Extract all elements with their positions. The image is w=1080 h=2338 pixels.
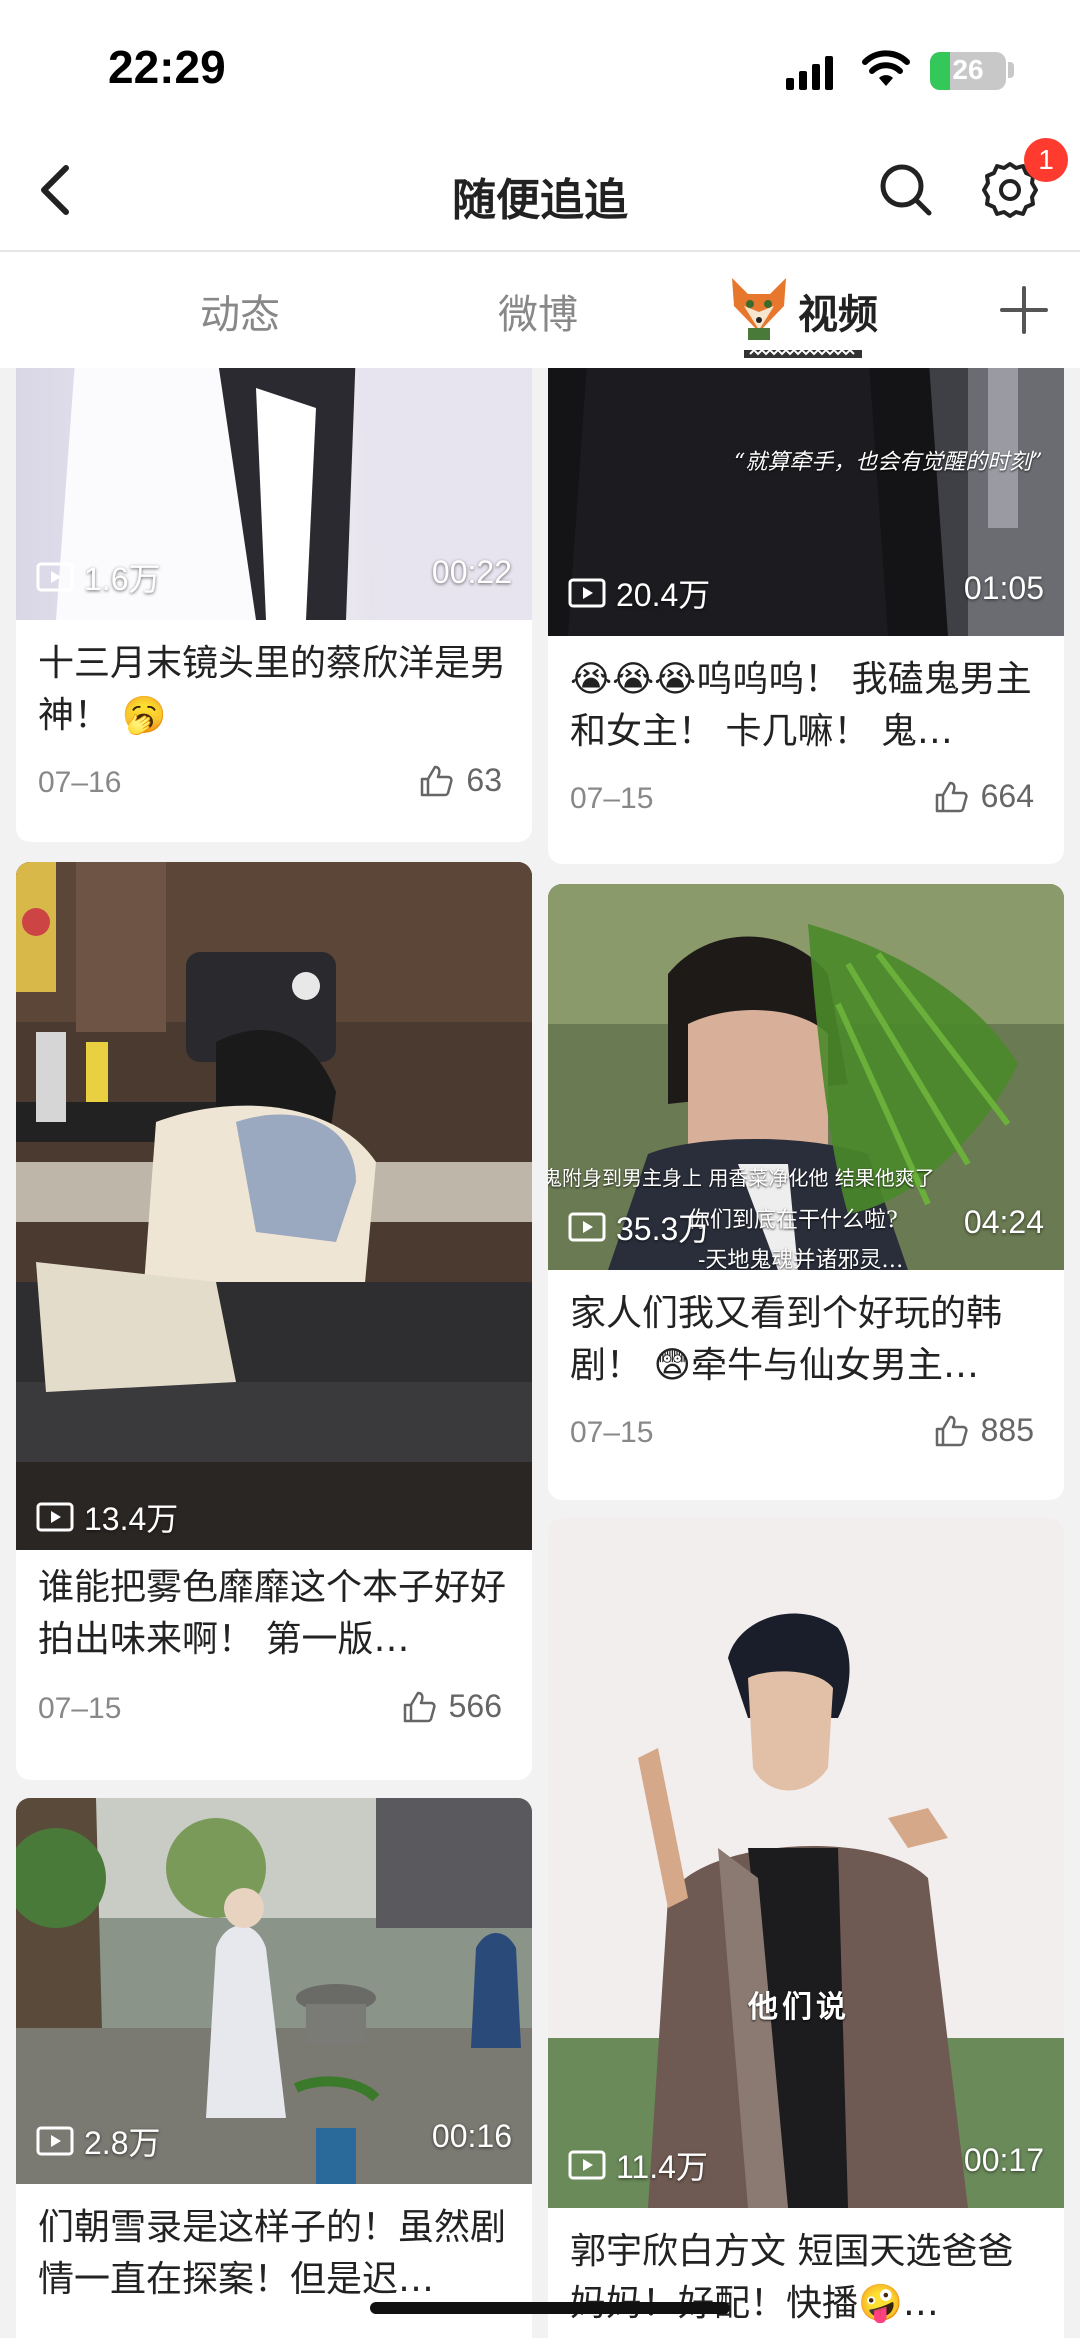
video-thumbnail: 他们说 11.4万 00:17 — [548, 1518, 1064, 2208]
card-title: 谁能把雾色靡靡这个本子好好拍出味来啊！ 第一版… — [38, 1567, 507, 1660]
card-date: 07–15 — [570, 782, 654, 815]
video-thumbnail: 鬼附身到男主身上 用香菜净化他 结果他爽了 你们到底在干什么啦? -天地鬼魂并诸… — [548, 884, 1064, 1270]
home-indicator[interactable] — [370, 2302, 730, 2314]
video-subtitle: -天地鬼魂并诸邪灵… — [698, 1248, 904, 1270]
play-icon — [568, 578, 606, 608]
video-card[interactable]: 2.8万 00:16 们朝雪录是这样子的！虽然剧情一直在探案！但是迟… — [16, 1798, 532, 2338]
like-count-value: 664 — [980, 778, 1034, 814]
play-icon — [568, 2150, 606, 2180]
like-count-value: 566 — [448, 1688, 502, 1724]
status-bar: 22:29 26 — [0, 0, 1080, 130]
thumbs-up-icon — [403, 1691, 436, 1722]
play-count-value: 20.4万 — [616, 577, 711, 613]
wifi-icon — [862, 50, 910, 86]
video-thumbnail: 13.4万 — [16, 862, 532, 1552]
play-icon — [568, 1212, 606, 1242]
video-card[interactable]: 鬼附身到男主身上 用香菜净化他 结果他爽了 你们到底在干什么啦? -天地鬼魂并诸… — [548, 884, 1064, 1500]
play-count-value: 11.4万 — [616, 2149, 708, 2185]
video-duration: 00:16 — [431, 2118, 512, 2154]
like-count[interactable]: 63 — [418, 762, 502, 799]
play-icon — [36, 1502, 74, 1532]
tab-weibo[interactable]: 微博 — [498, 282, 578, 340]
video-card[interactable]: 13.4万 — [16, 862, 532, 1562]
video-thumbnail: “就算牵手，也会有觉醒的时刻” 20.4万 01:05 — [548, 368, 1064, 636]
card-title: 郭宇欣白方文 短国天选爸爸妈妈！好配！快播🤪… — [570, 2231, 1014, 2324]
like-count-value: 885 — [980, 1412, 1034, 1448]
thumbs-up-icon — [935, 1415, 968, 1446]
thumbs-up-icon — [421, 765, 454, 796]
like-count[interactable]: 664 — [933, 778, 1034, 815]
card-title: 😭😭😭呜呜呜！ 我磕鬼男主和女主！ 卡几嘛！ 鬼… — [570, 659, 1032, 752]
video-card[interactable]: “就算牵手，也会有觉醒的时刻” 20.4万 01:05 😭😭😭呜呜呜！ 我磕鬼男… — [548, 368, 1064, 864]
tab-video[interactable]: 视频 — [798, 282, 878, 340]
tab-dongtai[interactable]: 动态 — [200, 282, 280, 340]
play-count: 1.6万 — [36, 554, 161, 600]
nav-bar: 随便追追 1 — [0, 130, 1080, 252]
video-thumbnail: 2.8万 00:16 — [16, 1798, 532, 2184]
video-duration: 00:17 — [963, 2142, 1044, 2178]
play-count-value: 35.3万 — [616, 1211, 711, 1247]
tab-bar: 动态 微博 视频 — [0, 252, 1080, 368]
card-date: 07–16 — [38, 766, 122, 799]
add-tab-plus-icon[interactable] — [998, 284, 1050, 336]
video-card-info[interactable]: 谁能把雾色靡靡这个本子好好拍出味来啊！ 第一版… 07–15 566 — [16, 1550, 532, 1780]
video-overlay-caption: “就算牵手，也会有觉醒的时刻” — [734, 450, 1043, 475]
cellular-signal-icon — [786, 56, 833, 90]
video-duration: 01:05 — [963, 570, 1044, 606]
thumbs-up-icon — [935, 781, 968, 812]
play-count-value: 2.8万 — [84, 2125, 161, 2161]
play-icon — [36, 562, 74, 592]
video-card[interactable]: 1.6万 00:22 十三月末镜头里的蔡欣洋是男神！ 🥱 07–16 63 — [16, 368, 532, 842]
video-overlay-caption: 他们说 — [748, 1990, 850, 2025]
battery-indicator: 26 — [930, 52, 1006, 90]
video-thumbnail: 1.6万 00:22 — [16, 368, 532, 620]
notification-badge: 1 — [1024, 138, 1068, 182]
card-title: 十三月末镜头里的蔡欣洋是男神！ 🥱 — [38, 643, 507, 736]
video-duration: 00:22 — [431, 554, 512, 590]
video-card[interactable]: 他们说 11.4万 00:17 郭宇欣白方文 短国天选爸爸妈妈！好配！快播🤪… — [548, 1518, 1064, 2338]
video-duration: 04:24 — [963, 1204, 1044, 1240]
play-count: 35.3万 — [568, 1204, 710, 1250]
active-tab-underline — [744, 348, 862, 358]
status-time: 22:29 — [108, 41, 226, 93]
play-count: 20.4万 — [568, 570, 710, 616]
video-subtitle: 鬼附身到男主身上 用香菜净化他 结果他爽了 — [548, 1166, 935, 1190]
search-icon[interactable] — [878, 162, 934, 218]
play-count: 2.8万 — [36, 2118, 161, 2164]
card-title: 家人们我又看到个好玩的韩剧！ 😨牵牛与仙女男主… — [570, 1293, 1003, 1386]
card-date: 07–15 — [570, 1416, 654, 1449]
like-count[interactable]: 885 — [933, 1412, 1034, 1449]
play-count-value: 1.6万 — [84, 561, 161, 597]
like-count[interactable]: 566 — [401, 1688, 502, 1725]
play-count: 11.4万 — [568, 2142, 708, 2188]
battery-level: 26 — [952, 54, 984, 85]
card-date: 07–15 — [38, 1692, 122, 1725]
play-count-value: 13.4万 — [84, 1501, 179, 1537]
card-title: 们朝雪录是这样子的！虽然剧情一直在探案！但是迟… — [38, 2207, 507, 2300]
video-subtitle: 你们到底在干什么啦? — [688, 1208, 898, 1233]
play-icon — [36, 2126, 74, 2156]
fox-mascot-icon — [732, 278, 786, 340]
battery-tip — [1008, 62, 1014, 78]
like-count-value: 63 — [466, 762, 502, 798]
play-count: 13.4万 — [36, 1494, 178, 1540]
video-feed: 1.6万 00:22 十三月末镜头里的蔡欣洋是男神！ 🥱 07–16 63 “就… — [0, 368, 1080, 2338]
